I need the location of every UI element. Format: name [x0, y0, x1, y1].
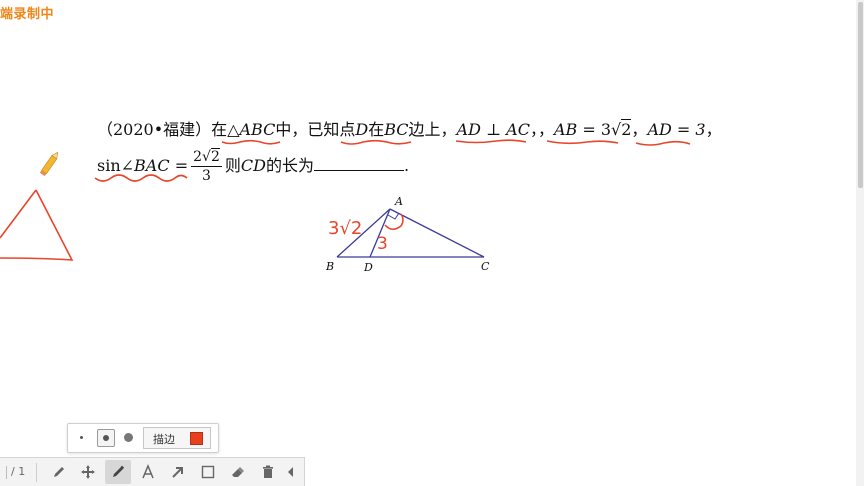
outline-color-button[interactable]: 描边 — [143, 427, 211, 449]
collapse-icon[interactable] — [282, 460, 300, 484]
right-angle-mark — [387, 212, 400, 220]
annotation-angle-arc — [384, 213, 404, 230]
vertex-label-d: D — [363, 261, 373, 274]
eraser-icon[interactable] — [225, 460, 251, 484]
annotation-ad-length: 3 — [377, 234, 388, 254]
underline-d-on-bc — [340, 139, 412, 145]
text-icon[interactable] — [135, 460, 161, 484]
underline-ab — [546, 140, 619, 145]
brush-size-medium-option[interactable] — [97, 429, 115, 447]
outline-label: 描边 — [153, 433, 175, 446]
drawing-canvas[interactable]: A B D C 3√2 3 — [0, 0, 864, 486]
freehand-triangle — [0, 189, 74, 261]
underline-ad — [635, 140, 691, 146]
brush-size-small-option[interactable] — [80, 436, 83, 439]
vertex-label-b: B — [325, 260, 334, 273]
drawing-toolbar: / 1 — [0, 457, 305, 486]
vertex-label-a: A — [394, 195, 403, 208]
trash-icon[interactable] — [255, 460, 281, 484]
rectangle-icon[interactable] — [195, 460, 221, 484]
vertex-label-c: C — [481, 260, 490, 273]
segment-ac — [389, 208, 485, 258]
pencil-cursor-icon — [39, 151, 59, 177]
brush-size-medium-dot — [103, 435, 109, 441]
pen-icon[interactable] — [46, 460, 72, 484]
brush-size-large-option[interactable] — [124, 433, 133, 442]
outline-color-swatch — [190, 432, 203, 445]
whiteboard-page: 端录制中 （2020•福建）在△ABC中，已知点D在BC边上，AD ⊥ AC，，… — [0, 0, 864, 486]
brush-icon[interactable] — [105, 460, 131, 484]
underline-abc — [221, 139, 281, 145]
underline-ad-perp — [455, 139, 527, 144]
move-icon[interactable] — [75, 460, 101, 484]
brush-settings-panel: 描边 — [67, 423, 219, 453]
arrow-icon[interactable] — [165, 460, 191, 484]
wavy-underline-sin — [94, 174, 188, 182]
page-counter: / 1 — [6, 465, 25, 479]
annotation-ab-length: 3√2 — [328, 218, 362, 239]
